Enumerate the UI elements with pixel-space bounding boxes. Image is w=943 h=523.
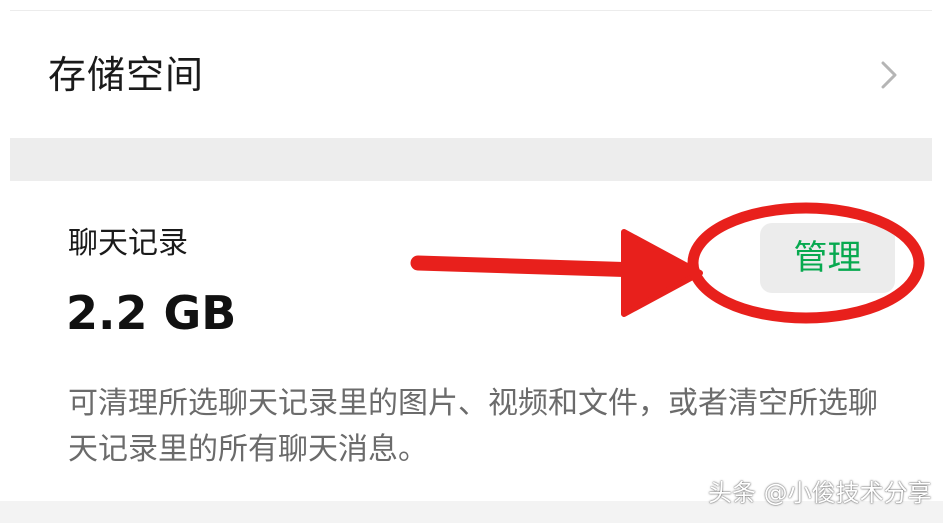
chat-history-description: 可清理所选聊天记录里的图片、视频和文件，或者清空所选聊天记录里的所有聊天消息。 <box>68 386 878 467</box>
chat-history-title: 聊天记录 <box>68 226 188 261</box>
chat-history-size: 2.2 GB <box>66 286 237 340</box>
storage-label: 存储空间 <box>48 53 205 97</box>
manage-button[interactable]: 管理 <box>760 223 895 293</box>
chevron-right-icon <box>881 61 897 89</box>
watermark: 头条 @小俊技术分享 <box>708 479 932 507</box>
section-gap <box>10 138 932 181</box>
storage-row[interactable]: 存储空间 <box>10 11 932 138</box>
